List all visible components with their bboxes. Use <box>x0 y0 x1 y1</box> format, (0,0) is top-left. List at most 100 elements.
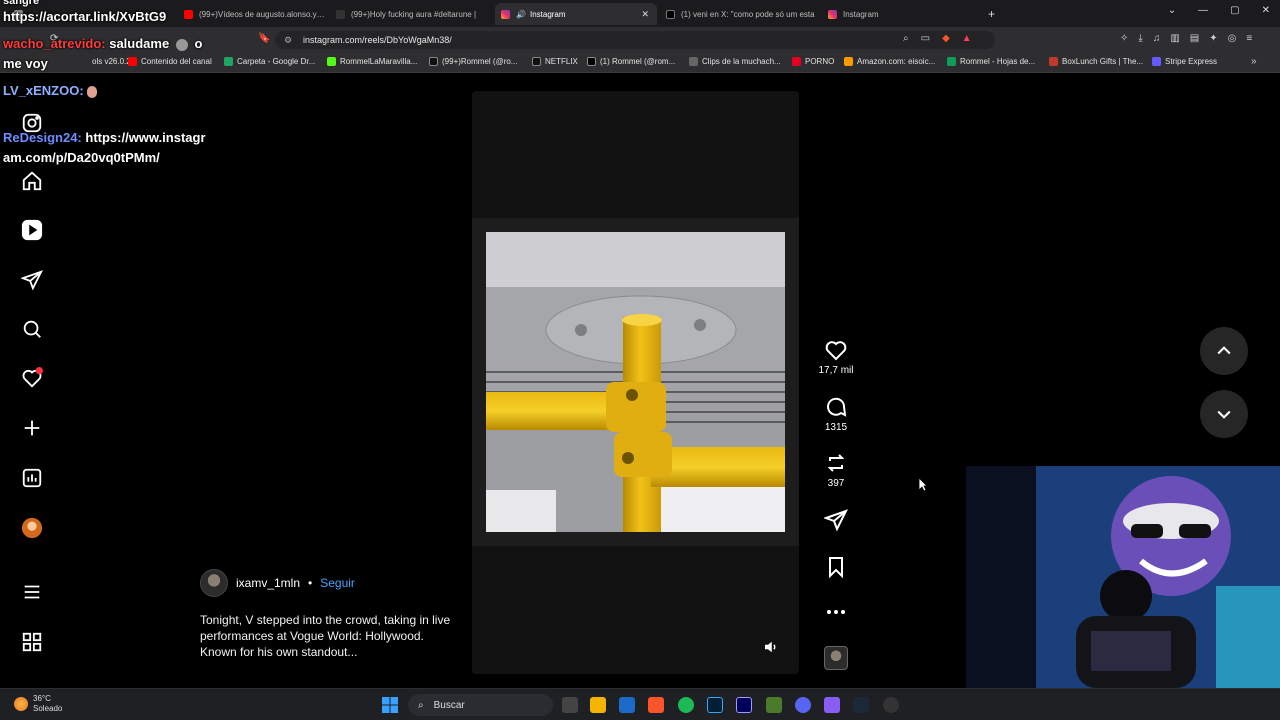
media-icon[interactable]: ♫ <box>1153 33 1161 44</box>
mouse-cursor-icon <box>918 477 928 492</box>
brave-shield-icon[interactable]: ◆ <box>942 33 950 44</box>
search-icon[interactable] <box>20 317 44 341</box>
youtube-icon <box>792 57 801 66</box>
tab-favicon-icon <box>184 9 193 19</box>
spotify-icon[interactable] <box>678 697 694 713</box>
weather-widget[interactable]: 36°C Soleado <box>14 694 62 714</box>
discord-icon[interactable] <box>795 697 811 713</box>
save-action <box>816 555 856 579</box>
reel-caption[interactable]: Tonight, V stepped into the crowd, takin… <box>200 612 460 660</box>
bookmark-item[interactable]: PORNO <box>792 57 834 66</box>
more-menu-icon[interactable] <box>20 580 44 604</box>
tab-title: Instagram <box>529 9 566 19</box>
browser-tab-active[interactable]: 🔊 Instagram ✕ <box>495 3 657 25</box>
netflix-icon <box>532 57 541 66</box>
search-placeholder: Buscar <box>433 699 465 711</box>
comment-count: 1315 <box>824 422 848 433</box>
instagram-favicon-icon <box>828 9 837 19</box>
taskbar-search[interactable]: ⌕ Buscar <box>408 694 553 716</box>
weather-temperature: 36°C <box>33 694 51 703</box>
wallet-icon[interactable]: ▤ <box>1190 33 1199 44</box>
comment-icon[interactable] <box>824 395 848 419</box>
windows-start-icon[interactable] <box>382 697 398 713</box>
reel-video[interactable] <box>486 232 785 532</box>
steam-icon[interactable] <box>619 697 635 713</box>
chat-emote-icon <box>87 85 98 98</box>
cast-icon[interactable]: ▭ <box>921 33 930 44</box>
reels-icon[interactable] <box>20 218 44 242</box>
mute-speaker-icon[interactable] <box>762 638 780 656</box>
bookmark-item[interactable]: BoxLunch Gifts | The... <box>1049 57 1143 66</box>
browser-tab[interactable]: (99+)Holy fucking aura #deltarune | <box>330 3 490 25</box>
premiere-icon[interactable] <box>736 697 752 713</box>
messages-icon[interactable] <box>20 268 44 292</box>
webcam-overlay <box>966 466 1280 688</box>
bookmark-item[interactable]: Stripe Express <box>1152 57 1217 66</box>
bookmark-item[interactable]: Rommel - Hojas de... <box>947 57 1035 66</box>
bookmark-item[interactable]: (99+)Rommel (@ro... <box>429 57 517 66</box>
browser-tab[interactable]: Instagram <box>822 3 982 25</box>
close-tab-icon[interactable]: ✕ <box>641 9 649 20</box>
close-window-icon[interactable]: ✕ <box>1262 5 1270 16</box>
bookmark-item[interactable]: Contenido del canal <box>128 57 212 66</box>
site-info-icon[interactable]: ⚙ <box>284 31 292 49</box>
follow-button[interactable]: Seguir <box>320 576 355 590</box>
steam-alt-icon[interactable] <box>853 697 869 713</box>
tab-title: Instagram <box>843 9 879 19</box>
dashboard-icon[interactable] <box>20 466 44 490</box>
zoom-icon[interactable]: ⌕ <box>903 33 909 44</box>
share-icon[interactable] <box>824 508 848 532</box>
new-tab-button[interactable]: + <box>988 3 1008 25</box>
minecraft-icon[interactable] <box>766 697 782 713</box>
more-bookmarks-icon[interactable]: » <box>1251 56 1257 67</box>
repost-icon[interactable] <box>824 451 848 475</box>
bookmark-item[interactable]: Clips de la muchach... <box>689 57 781 66</box>
download-icon[interactable]: ⤓ <box>1138 33 1142 44</box>
profile-avatar-icon[interactable] <box>20 516 44 540</box>
bookmark-item[interactable]: Amazon.com: eisoic... <box>844 57 935 66</box>
sidebar-icon[interactable]: ▥ <box>1170 33 1179 44</box>
maximize-icon[interactable]: ▢ <box>1230 5 1239 16</box>
browser-tab[interactable]: (99+)Vídeos de augusto.alonso.yatra <box>178 3 328 25</box>
url-input[interactable]: ⚙ instagram.com/reels/DbYoWgaMn38/ <box>275 31 995 49</box>
brave-icon[interactable] <box>648 697 664 713</box>
menu-icon[interactable]: ≡ <box>1246 33 1252 44</box>
photoshop-icon[interactable] <box>707 697 723 713</box>
more-options-icon[interactable] <box>824 600 848 624</box>
author-username[interactable]: ixamv_1mln <box>236 576 300 590</box>
brave-rewards-icon[interactable]: ▲ <box>962 33 972 44</box>
extensions-icon[interactable]: ✧ <box>1120 33 1128 44</box>
leo-icon[interactable]: ✦ <box>1209 33 1217 44</box>
bookmark-page-icon[interactable]: 🔖 <box>258 33 270 44</box>
like-heart-icon[interactable] <box>824 338 848 362</box>
home-icon[interactable] <box>20 169 44 193</box>
minimize-icon[interactable]: — <box>1198 5 1208 16</box>
tab-search-icon[interactable]: ⌄ <box>1168 5 1176 16</box>
tab-title: (1) veni en X: "como pode só um esta <box>681 9 815 19</box>
audio-thumbnail[interactable] <box>824 646 848 670</box>
browser-tab[interactable]: (1) veni en X: "como pode só um esta <box>660 3 820 25</box>
bookmark-item[interactable]: Carpeta - Google Dr... <box>224 57 315 66</box>
bookmark-item[interactable]: RommelLaMaravilla... <box>327 57 417 66</box>
notifications-heart-icon[interactable] <box>20 366 44 390</box>
author-avatar[interactable] <box>200 569 228 597</box>
file-explorer-icon[interactable] <box>590 697 606 713</box>
bookmark-item[interactable]: (1) Rommel (@rom... <box>587 57 675 66</box>
next-reel-button[interactable] <box>1200 390 1248 438</box>
also-from-meta-icon[interactable] <box>20 630 44 654</box>
bookmark-icon[interactable] <box>824 555 848 579</box>
boxlunch-icon <box>1049 57 1058 66</box>
chat-line: sangre <box>3 0 40 7</box>
gamepad-icon[interactable] <box>824 697 840 713</box>
previous-reel-button[interactable] <box>1200 327 1248 375</box>
vpn-icon[interactable]: ◎ <box>1228 33 1237 44</box>
repost-count: 397 <box>827 478 845 489</box>
chat-emote-icon <box>175 38 188 51</box>
create-plus-icon[interactable] <box>20 416 44 440</box>
instagram-favicon-icon <box>501 9 510 19</box>
obs-icon[interactable] <box>883 697 899 713</box>
bookmark-item[interactable]: NETFLIX <box>532 57 578 66</box>
x-icon <box>587 57 596 66</box>
google-drive-icon <box>224 57 233 66</box>
task-view-icon[interactable] <box>562 697 578 713</box>
